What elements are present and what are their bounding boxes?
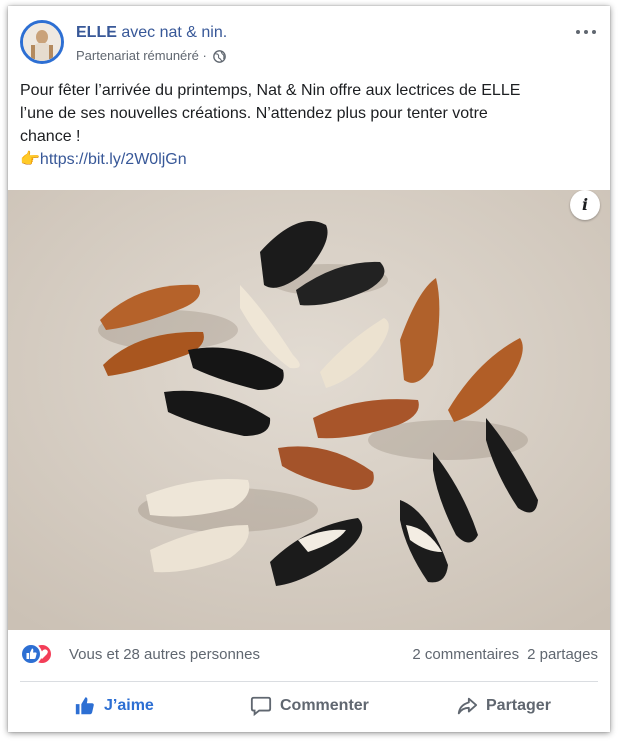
thumbs-up-icon bbox=[75, 697, 94, 715]
post-link-line: 👉https://bit.ly/2W0ljGn bbox=[20, 148, 600, 171]
post-text-line: chance ! bbox=[20, 128, 81, 145]
info-icon[interactable]: i bbox=[570, 190, 600, 220]
reaction-icons[interactable] bbox=[20, 643, 64, 665]
post-photo[interactable]: i bbox=[8, 190, 610, 630]
more-options-icon[interactable] bbox=[576, 22, 600, 42]
share-label: Partager bbox=[486, 697, 551, 714]
post-text-line: Pour fêter l’arrivée du printemps, Nat &… bbox=[20, 82, 521, 99]
partner-name-link[interactable]: avec nat & nin. bbox=[121, 24, 227, 41]
share-arrow-icon bbox=[457, 697, 478, 715]
post-text-line: l’une de ses nouvelles créations. N’atte… bbox=[20, 105, 488, 122]
comments-count[interactable]: 2 commentaires bbox=[412, 646, 519, 663]
page-name-link[interactable]: ELLE bbox=[76, 24, 117, 41]
post-link[interactable]: https://bit.ly/2W0ljGn bbox=[40, 151, 187, 168]
like-button[interactable]: J’aime bbox=[74, 686, 154, 726]
post-meta: Partenariat rémunéré · bbox=[76, 48, 227, 64]
post-header: ELLE avec nat & nin. Partenariat rémunér… bbox=[8, 6, 610, 76]
post-author-line: ELLE avec nat & nin. bbox=[76, 23, 227, 43]
divider bbox=[20, 681, 598, 682]
pointing-hand-icon: 👉 bbox=[20, 151, 40, 168]
shares-count[interactable]: 2 partages bbox=[527, 646, 598, 663]
reactions-summary[interactable]: Vous et 28 autres personnes bbox=[69, 646, 260, 663]
sandals-photo-illustration bbox=[8, 190, 610, 630]
facebook-post-card: ELLE avec nat & nin. Partenariat rémunér… bbox=[8, 6, 610, 732]
share-button[interactable]: Partager bbox=[456, 686, 551, 726]
globe-icon[interactable] bbox=[213, 50, 227, 63]
page-avatar[interactable] bbox=[20, 20, 64, 64]
post-message: Pour fêter l’arrivée du printemps, Nat &… bbox=[20, 79, 600, 171]
like-label: J’aime bbox=[104, 697, 154, 714]
comments-shares-count: 2 commentaires 2 partages bbox=[412, 646, 598, 663]
paid-partnership-label[interactable]: Partenariat rémunéré · bbox=[76, 48, 207, 63]
comment-label: Commenter bbox=[280, 697, 369, 714]
avatar-photo-icon bbox=[23, 23, 61, 61]
comment-icon bbox=[250, 696, 272, 717]
post-actions: J’aime Commenter Partager bbox=[8, 686, 610, 726]
comment-button[interactable]: Commenter bbox=[250, 686, 369, 726]
post-stats: Vous et 28 autres personnes 2 commentair… bbox=[8, 640, 610, 670]
